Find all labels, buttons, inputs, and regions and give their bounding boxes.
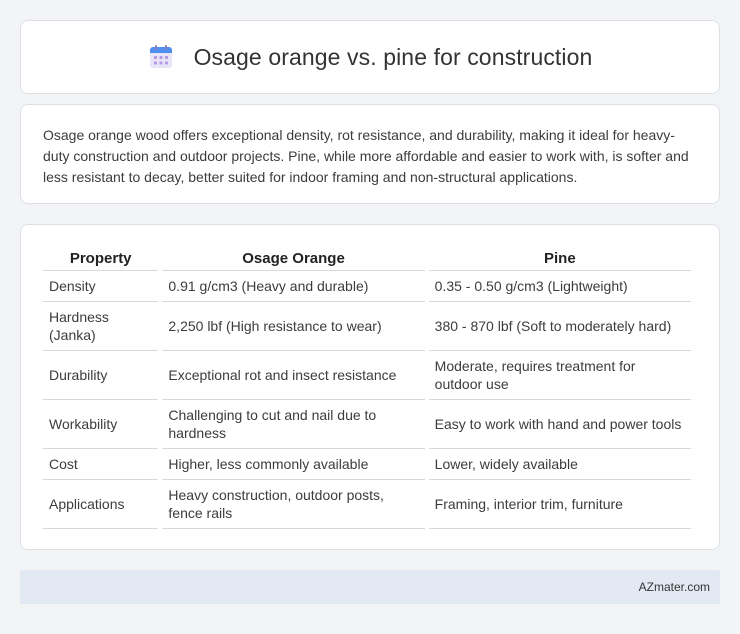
property-cell: Density bbox=[43, 271, 159, 302]
osage-cell: Exceptional rot and insect resistance bbox=[162, 351, 425, 400]
property-cell: Workability bbox=[43, 400, 159, 449]
pine-cell: Easy to work with hand and power tools bbox=[428, 400, 691, 449]
pine-cell: 0.35 - 0.50 g/cm3 (Lightweight) bbox=[428, 271, 691, 302]
title-row: Osage orange vs. pine for construction bbox=[148, 44, 593, 71]
pine-cell: Moderate, requires treatment for outdoor… bbox=[428, 351, 691, 400]
property-cell: Applications bbox=[43, 480, 159, 529]
table-row: Workability Challenging to cut and nail … bbox=[43, 400, 691, 449]
osage-cell: 2,250 lbf (High resistance to wear) bbox=[162, 302, 425, 351]
table-row: Applications Heavy construction, outdoor… bbox=[43, 480, 691, 529]
property-cell: Hardness (Janka) bbox=[43, 302, 159, 351]
table-row: Cost Higher, less commonly available Low… bbox=[43, 449, 691, 480]
summary-text: Osage orange wood offers exceptional den… bbox=[43, 127, 689, 185]
footer-bar: AZmater.com bbox=[20, 570, 720, 604]
table-header-row: Property Osage Orange Pine bbox=[43, 245, 691, 271]
table-row: Density 0.91 g/cm3 (Heavy and durable) 0… bbox=[43, 271, 691, 302]
table-row: Hardness (Janka) 2,250 lbf (High resista… bbox=[43, 302, 691, 351]
comparison-table: Property Osage Orange Pine Density 0.91 … bbox=[39, 245, 695, 529]
header-pine: Pine bbox=[428, 245, 691, 271]
osage-cell: Higher, less commonly available bbox=[162, 449, 425, 480]
header-osage-orange: Osage Orange bbox=[162, 245, 425, 271]
osage-cell: 0.91 g/cm3 (Heavy and durable) bbox=[162, 271, 425, 302]
osage-cell: Challenging to cut and nail due to hardn… bbox=[162, 400, 425, 449]
title-card: Osage orange vs. pine for construction bbox=[20, 20, 720, 94]
table-row: Durability Exceptional rot and insect re… bbox=[43, 351, 691, 400]
header-property: Property bbox=[43, 245, 159, 271]
osage-cell: Heavy construction, outdoor posts, fence… bbox=[162, 480, 425, 529]
page-title: Osage orange vs. pine for construction bbox=[193, 43, 593, 70]
calendar-icon bbox=[149, 45, 172, 68]
pine-cell: Lower, widely available bbox=[428, 449, 691, 480]
property-cell: Durability bbox=[43, 351, 159, 400]
footer-site-name: AZmater.com bbox=[638, 580, 710, 594]
pine-cell: Framing, interior trim, furniture bbox=[428, 480, 691, 529]
comparison-table-card: Property Osage Orange Pine Density 0.91 … bbox=[20, 224, 720, 550]
property-cell: Cost bbox=[43, 449, 159, 480]
summary-card: Osage orange wood offers exceptional den… bbox=[20, 104, 720, 204]
pine-cell: 380 - 870 lbf (Soft to moderately hard) bbox=[428, 302, 691, 351]
